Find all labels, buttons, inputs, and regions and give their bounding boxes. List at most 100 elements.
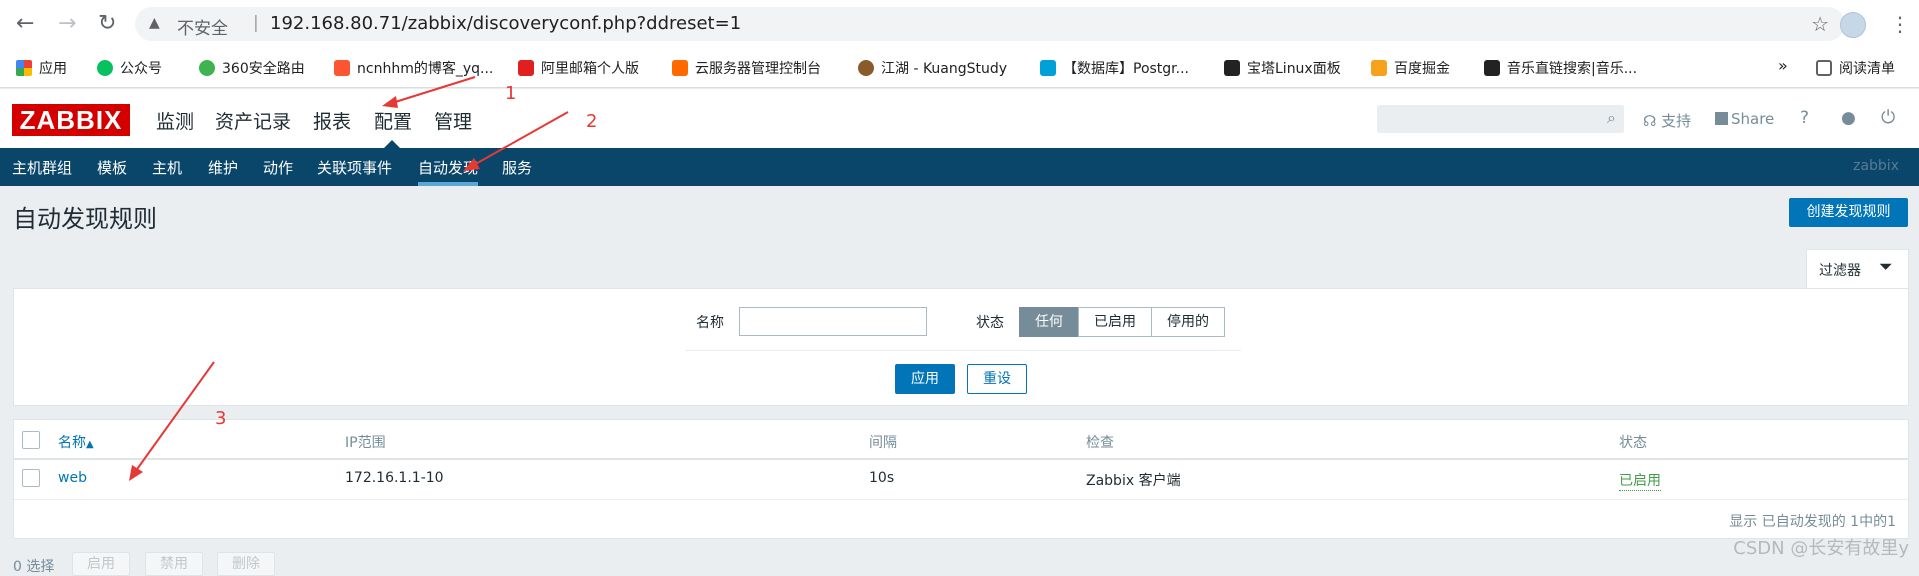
aliyun-icon (672, 60, 688, 76)
annotation-number-1: 1 (505, 83, 517, 104)
search-icon[interactable]: ⌕ (1607, 108, 1616, 128)
watermark: CSDN @长安有故里y (1733, 538, 1909, 559)
bookmark-item[interactable]: 【数据库】Postgr... (1040, 58, 1189, 78)
headset-icon: ☊ (1643, 112, 1662, 130)
config-submenu: 主机群组 模板 主机 维护 动作 关联项事件 自动发现 服务 zabbix (0, 148, 1919, 186)
selected-count: 0 选择 (13, 559, 55, 575)
bookmarks-more-icon[interactable]: » (1778, 56, 1788, 75)
tab-hosts[interactable]: 主机 (152, 157, 182, 178)
share-logo-icon (1715, 112, 1728, 125)
apps-grid-icon (16, 60, 32, 76)
discovery-rules-table: 名称▲ IP范围 间隔 检查 状态 web 172.16.1.1-10 10s … (13, 419, 1909, 539)
filter-status-label: 状态 (976, 315, 1004, 331)
row-checkbox[interactable] (22, 469, 40, 487)
rule-status-toggle[interactable]: 已启用 (1619, 470, 1661, 491)
menu-reports[interactable]: 报表 (313, 107, 351, 134)
menu-monitoring[interactable]: 监测 (156, 107, 194, 134)
filter-reset-button[interactable]: 重设 (967, 364, 1027, 394)
disable-button[interactable]: 禁用 (145, 552, 203, 576)
filter-divider (685, 350, 1241, 351)
zabbix-header: ZABBIX 监测 资产记录 报表 配置 管理 ⌕ ☊ 支持 Share ? ●… (0, 89, 1919, 148)
filter-panel: 名称 状态 任何 已启用 停用的 应用 重设 (13, 288, 1909, 406)
column-header-status: 状态 (1619, 435, 1647, 451)
filter-name-input[interactable] (739, 307, 927, 336)
url-text[interactable]: 192.168.80.71/zabbix/discoveryconf.php?d… (270, 13, 741, 34)
column-header-checks: 检查 (1086, 435, 1114, 451)
server-brand: zabbix (1853, 158, 1899, 174)
bookmark-item[interactable]: 音乐直链搜索|音乐... (1484, 58, 1637, 78)
zabbix-logo[interactable]: ZABBIX (12, 104, 130, 136)
reload-icon[interactable]: ↻ (98, 13, 116, 35)
share-link[interactable]: Share (1715, 110, 1774, 128)
table-summary: 显示 已自动发现的 1中的1 (1729, 514, 1896, 530)
address-bar[interactable]: ▲ 不安全 | 192.168.80.71/zabbix/discoveryco… (135, 7, 1845, 41)
menu-configuration[interactable]: 配置 (374, 107, 412, 134)
rule-checks: Zabbix 客户端 (1086, 473, 1181, 489)
status-enabled-option[interactable]: 已启用 (1078, 307, 1152, 337)
filter-apply-button[interactable]: 应用 (895, 364, 955, 394)
bookmark-item[interactable]: 阿里邮箱个人版 (518, 58, 639, 78)
bilibili-icon (1040, 60, 1056, 76)
url-separator: | (253, 13, 259, 33)
menu-administration[interactable]: 管理 (434, 107, 472, 134)
active-menu-indicator (384, 140, 400, 148)
bookmark-item[interactable]: 云服务器管理控制台 (672, 58, 821, 78)
bookmark-item[interactable]: 百度掘金 (1371, 58, 1450, 78)
warning-icon[interactable]: ▲ (149, 15, 160, 31)
column-header-interval: 间隔 (869, 435, 897, 451)
back-icon[interactable]: ← (16, 13, 34, 35)
support-link[interactable]: ☊ 支持 (1643, 110, 1691, 131)
tab-services[interactable]: 服务 (502, 157, 532, 178)
bookmark-item[interactable]: 宝塔Linux面板 (1224, 58, 1341, 78)
sort-ascending-icon: ▲ (86, 439, 94, 450)
tab-templates[interactable]: 模板 (97, 157, 127, 178)
active-tab-underline (418, 182, 478, 186)
status-any-option[interactable]: 任何 (1019, 307, 1079, 337)
filter-funnel-icon: ⏷ (1879, 257, 1893, 277)
bookmarks-bar: 应用 公众号 360安全路由 ncnhhm的博客_yq... 阿里邮箱个人版 云… (0, 48, 1919, 88)
user-profile-icon[interactable]: ● (1841, 108, 1856, 128)
delete-button[interactable]: 删除 (217, 552, 275, 576)
filter-name-label: 名称 (696, 315, 724, 331)
csdn-icon (334, 60, 350, 76)
tab-actions[interactable]: 动作 (263, 157, 293, 178)
bookmark-item[interactable]: 应用 (16, 58, 67, 78)
filter-tab[interactable]: 过滤器 ⏷ (1806, 249, 1909, 288)
bookmark-item[interactable]: 公众号 (97, 58, 162, 78)
rule-interval: 10s (869, 470, 895, 486)
more-menu-icon[interactable]: ⋮ (1890, 12, 1910, 36)
global-search-input[interactable]: ⌕ (1377, 105, 1624, 133)
sign-out-icon[interactable]: ⏻ (1881, 107, 1895, 128)
bookmark-star-icon[interactable]: ☆ (1811, 12, 1829, 36)
create-discovery-rule-button[interactable]: 创建发现规则 (1789, 198, 1908, 227)
forward-icon[interactable]: → (58, 13, 76, 35)
rule-name-link[interactable]: web (58, 470, 87, 486)
help-icon[interactable]: ? (1800, 108, 1809, 128)
reading-list-icon (1816, 60, 1832, 76)
column-header-name[interactable]: 名称▲ (58, 432, 94, 452)
select-all-checkbox[interactable] (22, 431, 40, 449)
insecure-label: 不安全 (177, 19, 228, 39)
tab-event-correlation[interactable]: 关联项事件 (317, 157, 392, 178)
page-title: 自动发现规则 (13, 205, 157, 233)
kuangstudy-icon (858, 60, 874, 76)
annotation-number-2: 2 (586, 111, 598, 132)
column-header-ip-range: IP范围 (345, 435, 386, 451)
profile-avatar[interactable] (1840, 12, 1866, 38)
360-icon (199, 60, 215, 76)
baota-icon (1224, 60, 1240, 76)
bookmark-item[interactable]: 江湖 - KuangStudy (858, 58, 1007, 78)
bookmark-item[interactable]: 360安全路由 (199, 58, 305, 78)
tab-host-groups[interactable]: 主机群组 (12, 157, 72, 178)
enable-button[interactable]: 启用 (72, 552, 130, 576)
tab-discovery[interactable]: 自动发现 (418, 157, 478, 178)
menu-inventory[interactable]: 资产记录 (215, 107, 291, 134)
status-disabled-option[interactable]: 停用的 (1151, 307, 1225, 337)
rule-ip-range: 172.16.1.1-10 (345, 470, 444, 486)
header-divider (14, 458, 1908, 460)
mail-icon (518, 60, 534, 76)
bookmark-item[interactable]: ncnhhm的博客_yq... (334, 58, 493, 78)
reading-list[interactable]: 阅读清单 (1816, 58, 1895, 78)
tab-maintenance[interactable]: 维护 (208, 157, 238, 178)
juejin-icon (1371, 60, 1387, 76)
